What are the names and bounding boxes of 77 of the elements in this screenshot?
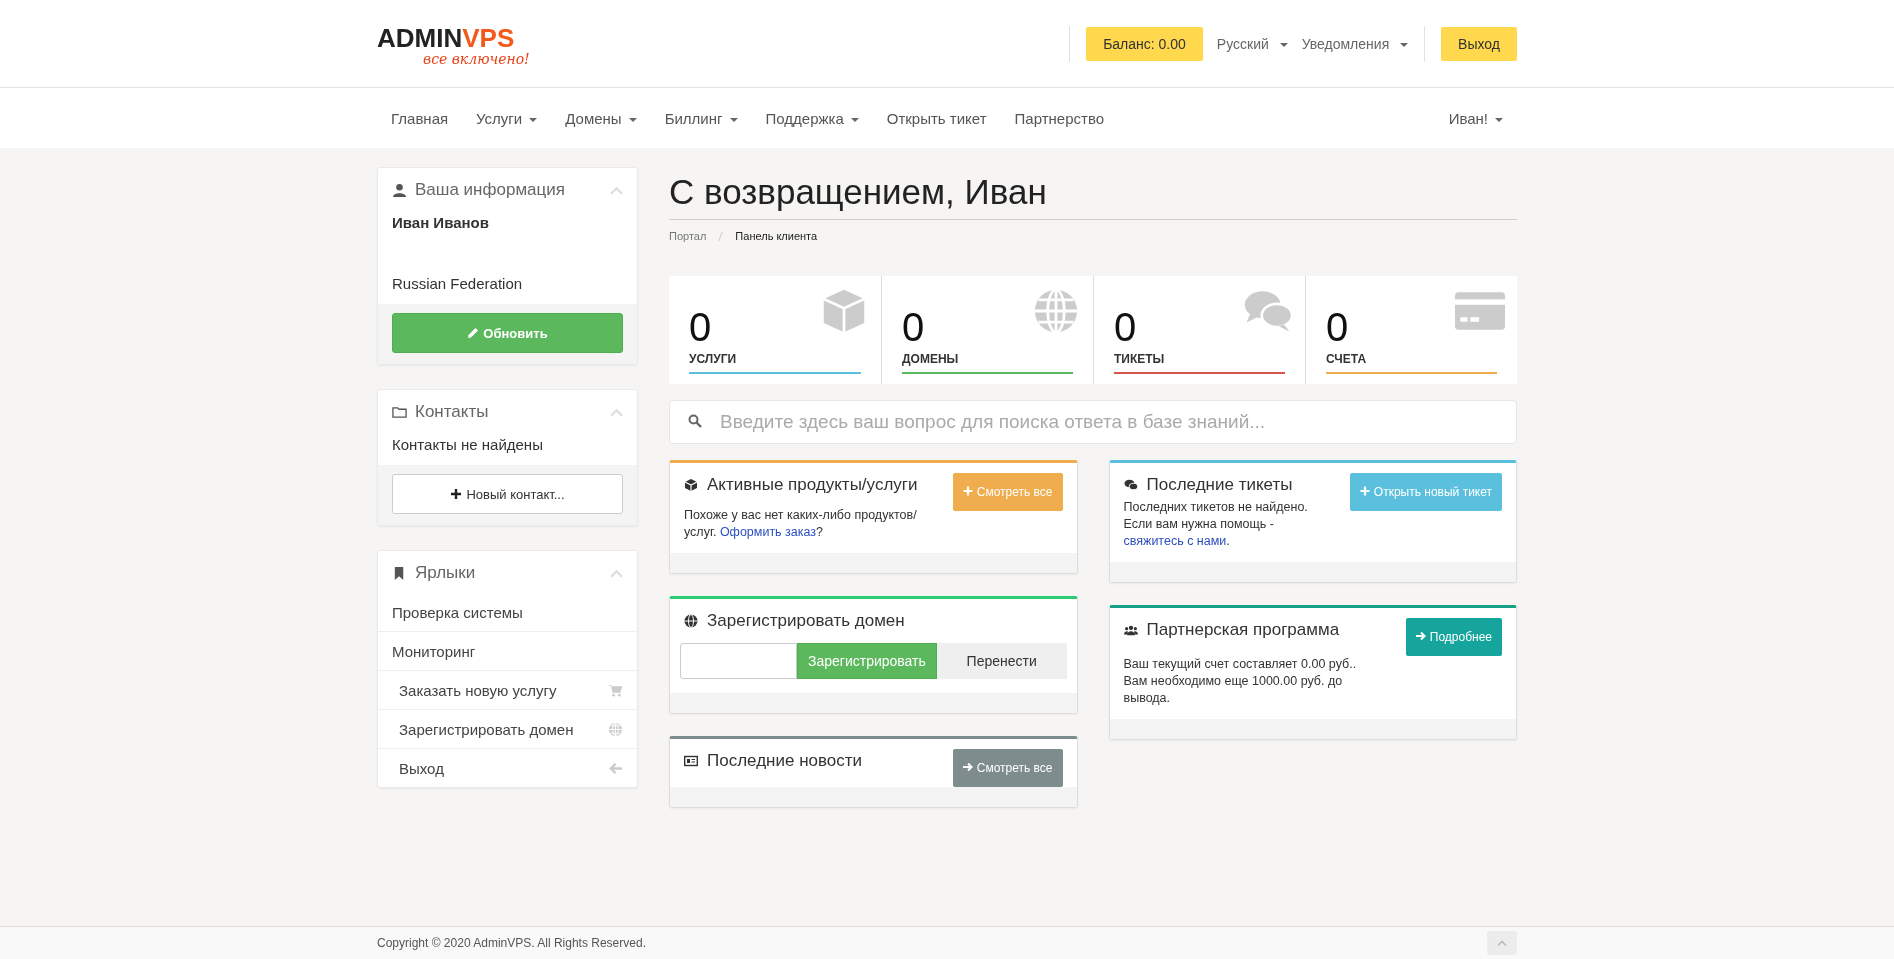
logo[interactable]: ADMINVPS все включено! xyxy=(377,20,530,67)
users-icon xyxy=(1123,623,1138,637)
client-country: Russian Federation xyxy=(392,275,524,292)
stat-label: УСЛУГИ xyxy=(689,352,738,366)
user-menu[interactable]: Иван! xyxy=(1434,109,1517,127)
arrow-left-icon xyxy=(608,760,623,776)
stat-label: ТИКЕТЫ xyxy=(1114,352,1166,366)
client-name: Иван Иванов xyxy=(392,214,490,231)
breadcrumb-link[interactable]: Панель клиента xyxy=(735,230,818,242)
nav-item[interactable]: Открыть тикет xyxy=(872,109,1001,127)
panel-text: Ваш текущий счет составляет 0.00 руб.. xyxy=(1123,656,1358,673)
transfer-button[interactable]: Перенести xyxy=(936,643,1067,679)
search-icon xyxy=(688,414,702,428)
chat-bubbles-icon xyxy=(1123,478,1138,492)
cube-icon xyxy=(684,478,698,492)
nav-item[interactable]: Партнерство xyxy=(1000,109,1119,127)
nav-item[interactable]: Домены xyxy=(551,109,651,127)
globe-icon xyxy=(608,721,623,737)
nav-item[interactable]: Поддержка xyxy=(751,109,873,127)
plus-icon xyxy=(1359,486,1370,496)
nav-item[interactable]: Биллинг xyxy=(650,109,752,127)
arrow-right-icon xyxy=(962,762,973,772)
pencil-icon xyxy=(467,326,480,339)
stat-count: 0 xyxy=(689,306,712,348)
panel-title: Ваша информация xyxy=(415,180,566,200)
panel-text: Последних тикетов не найдено. Если вам нужна помощь - свяжитесь с нами. xyxy=(1123,499,1309,550)
inline-link[interactable]: Оформить заказ xyxy=(719,525,817,539)
stat-tile[interactable]: 0 ТИКЕТЫ xyxy=(1093,276,1305,384)
breadcrumb-link[interactable]: Портал xyxy=(669,230,707,242)
balance-button[interactable]: Баланс: 0.00 xyxy=(1086,26,1203,61)
collapse-icon[interactable] xyxy=(610,407,623,417)
stat-label: СЧЕТА xyxy=(1326,352,1368,366)
panel-text: Похоже у вас нет каких-либо продуктов/ услуг. Оформить заказ? xyxy=(684,507,918,541)
globe-icon xyxy=(684,614,698,628)
stat-count: 0 xyxy=(1114,306,1137,348)
panel-title: Активные продукты/услуги xyxy=(707,475,918,495)
panel-title: Партнерская программа xyxy=(1146,620,1340,640)
stat-count: 0 xyxy=(1326,306,1349,348)
language-menu[interactable]: Русский xyxy=(1216,35,1288,52)
panel-title: Контакты xyxy=(415,402,490,422)
arrow-right-icon xyxy=(1415,631,1426,641)
collapse-icon[interactable] xyxy=(610,568,623,578)
nav-item[interactable]: Услуги xyxy=(462,109,552,127)
folder-icon xyxy=(392,404,407,420)
newspaper-icon xyxy=(684,754,698,768)
cart-icon xyxy=(608,682,623,698)
stat-label: ДОМЕНЫ xyxy=(902,352,960,366)
logout-button[interactable]: Выход xyxy=(1441,26,1517,61)
shortcut-link[interactable]: Мониторинг xyxy=(378,631,637,670)
shortcut-link[interactable]: Заказать новую услугу xyxy=(378,670,637,709)
shortcut-link[interactable]: Выход xyxy=(378,748,637,787)
new-contact-button[interactable]: Новый контакт... xyxy=(392,474,623,514)
domain-input[interactable] xyxy=(680,643,797,679)
user-icon xyxy=(392,182,407,198)
panel-title: Зарегистрировать домен xyxy=(707,611,905,631)
caret-up-icon xyxy=(1497,938,1507,948)
shortcut-link[interactable]: Проверка системы xyxy=(378,593,637,631)
notifications-menu[interactable]: Уведомления xyxy=(1301,35,1409,52)
panel-title: Ярлыки xyxy=(415,563,477,583)
panel-title: Последние новости xyxy=(707,751,863,771)
stat-tile[interactable]: 0 УСЛУГИ xyxy=(669,276,881,384)
page-title: С возвращением, Иван xyxy=(669,171,1517,220)
copyright-text: Copyright © 2020 AdminVPS. All Rights Reserved. xyxy=(377,936,646,950)
stat-count: 0 xyxy=(902,306,925,348)
plus-icon xyxy=(450,487,463,500)
collapse-icon[interactable] xyxy=(610,185,623,195)
search-field[interactable]: Введите здесь ваш вопрос для поиска ответа в базе знаний... xyxy=(669,400,1517,444)
chat-bubbles-icon xyxy=(1243,288,1293,334)
panel-title: Последние тикеты xyxy=(1146,475,1293,495)
panel-text: Вам необходимо еще 1000.00 руб. до вывода. xyxy=(1123,673,1344,707)
empty-message: Контакты не найдены xyxy=(392,436,544,453)
scroll-top-button[interactable] xyxy=(1487,931,1517,955)
stat-tile[interactable]: 0 ДОМЕНЫ xyxy=(881,276,1093,384)
plus-icon xyxy=(962,486,973,496)
nav-item[interactable]: Главная xyxy=(377,109,463,127)
stat-tile[interactable]: 0 СЧЕТА xyxy=(1305,276,1517,384)
shortcut-link[interactable]: Зарегистрировать домен xyxy=(378,709,637,748)
